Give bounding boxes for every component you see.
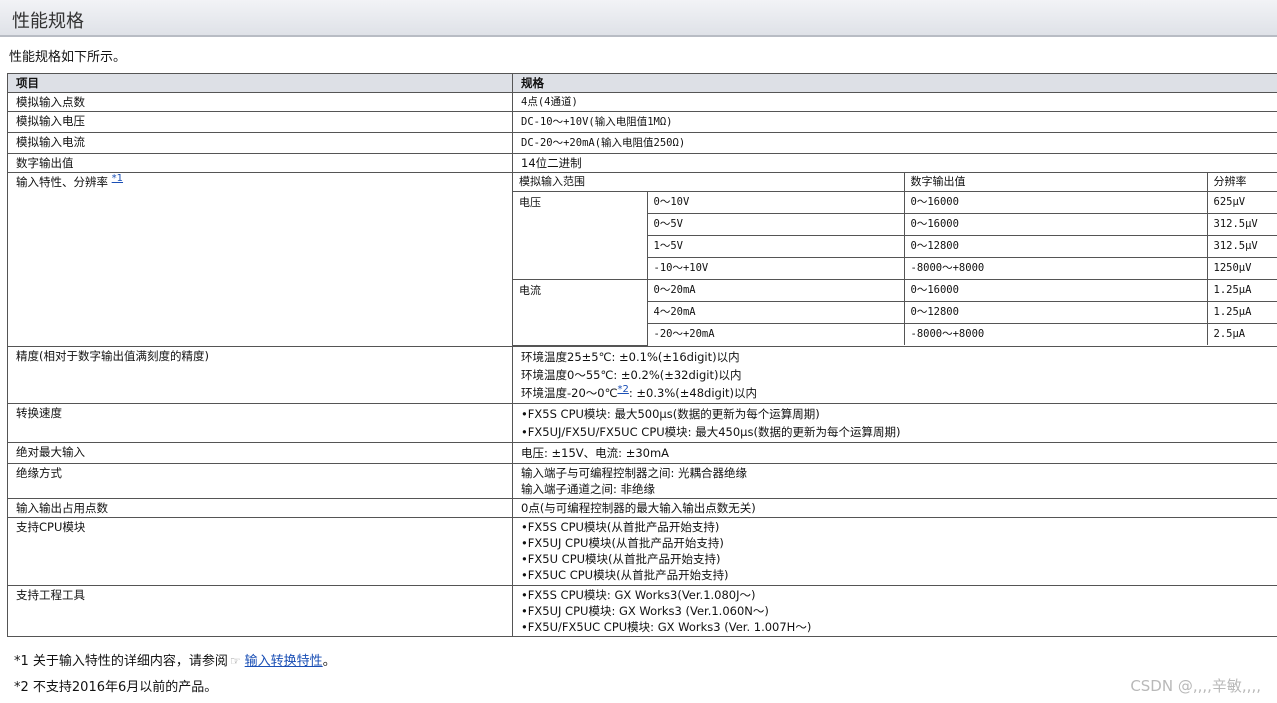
output-cell: 0～12800 — [903, 301, 1208, 324]
range-cell: 0～5V — [647, 213, 905, 236]
table-row-tools: 支持工程工具 •FX5S CPU模块: GX Works3(Ver.1.080J… — [7, 584, 1277, 637]
inner-header-range: 模拟输入范围 — [513, 173, 905, 192]
table-row-characteristics: 输入特性、分辨率 *1 模拟输入范围 数字输出值 分辨率 电压 0～10V 0～… — [7, 172, 1277, 347]
speed-line: •FX5UJ/FX5U/FX5UC CPU模块: 最大450μs(数据的更新为每… — [521, 424, 901, 439]
pointing-hand-icon: ☞ — [229, 654, 241, 668]
row-item: 绝缘方式 — [7, 462, 513, 499]
spec-table: 项目 规格 模拟输入点数 4点(4通道) 模拟输入电压 DC-10～+10V(输… — [7, 73, 1277, 637]
row-item: 模拟输入点数 — [7, 92, 513, 112]
col-header-spec: 规格 — [512, 73, 1277, 93]
accuracy-line: 环境温度25±5℃: ±0.1%(±16digit)以内 — [521, 349, 740, 364]
table-header-row: 项目 规格 — [7, 73, 1277, 93]
row-item: 支持CPU模块 — [7, 516, 513, 586]
cpu-support-line: •FX5S CPU模块(从首批产品开始支持) — [521, 519, 720, 534]
accuracy-line3-pre: 环境温度-20～0℃ — [521, 385, 618, 400]
speed-line: •FX5S CPU模块: 最大500μs(数据的更新为每个运算周期) — [521, 406, 820, 421]
row-value: DC-20～+20mA(输入电阻值250Ω) — [512, 132, 1277, 154]
row-item: 转换速度 — [7, 402, 513, 443]
range-cell: 0～20mA — [646, 279, 905, 302]
row-item: 模拟输入电流 — [7, 132, 513, 154]
row-item: 精度(相对于数字输出值满刻度的精度) — [7, 345, 513, 404]
table-row: 数字输出值 14位二进制 — [7, 153, 1277, 173]
cpu-support-line: •FX5UC CPU模块(从首批产品开始支持) — [521, 567, 729, 582]
row-item: 输入特性、分辨率 *1 — [7, 172, 513, 347]
output-cell: 0～16000 — [903, 279, 1208, 302]
resolution-cell: 625μV — [1206, 191, 1277, 214]
output-cell: -8000～+8000 — [903, 323, 1208, 345]
isolation-line: 输入端子通道之间: 非绝缘 — [521, 481, 656, 496]
output-cell: -8000～+8000 — [903, 257, 1208, 280]
resolution-cell: 2.5μA — [1206, 323, 1277, 345]
inner-header-resolution: 分辨率 — [1206, 173, 1277, 192]
table-row-abs-max: 绝对最大输入 电压: ±15V、电流: ±30mA — [7, 441, 1277, 464]
row-item: 支持工程工具 — [7, 584, 513, 637]
row-item: 数字输出值 — [7, 153, 513, 173]
tools-line: •FX5UJ CPU模块: GX Works3 (Ver.1.060N～) — [521, 603, 769, 618]
range-cell: 1～5V — [647, 235, 905, 258]
footnote-1: *1 关于输入特性的详细内容，请参阅 ☞ 输入转换特性。 — [14, 650, 336, 669]
table-row: 模拟输入电流 DC-20～+20mA(输入电阻值250Ω) — [7, 132, 1277, 154]
resolution-cell: 1.25μA — [1206, 301, 1277, 324]
output-cell: 0～16000 — [903, 191, 1208, 214]
resolution-cell: 312.5μV — [1206, 235, 1277, 258]
cpu-support-line: •FX5UJ CPU模块(从首批产品开始支持) — [521, 535, 724, 550]
row-value: •FX5S CPU模块(从首批产品开始支持) •FX5UJ CPU模块(从首批产… — [512, 516, 1277, 586]
footnote-2-link[interactable]: *2 — [618, 384, 629, 395]
table-row: 模拟输入点数 4点(4通道) — [7, 92, 1277, 112]
table-row-io-points: 输入输出占用点数 0点(与可编程控制器的最大输入输出点数无关) — [7, 497, 1277, 518]
footnote-1-link[interactable]: *1 — [112, 173, 123, 184]
table-row-isolation: 绝缘方式 输入端子与可编程控制器之间: 光耦合器绝缘 输入端子通道之间: 非绝缘 — [7, 462, 1277, 499]
output-cell: 0～16000 — [903, 213, 1208, 236]
tools-line: •FX5U/FX5UC CPU模块: GX Works3 (Ver. 1.007… — [521, 619, 812, 634]
voltage-group-label: 电压 — [513, 191, 648, 280]
inner-row: 电流 0～20mA 0～16000 1.25μA — [513, 279, 1277, 346]
range-cell: 0～10V — [646, 191, 905, 214]
page-title: 性能规格 — [12, 11, 84, 32]
table-row-accuracy: 精度(相对于数字输出值满刻度的精度) 环境温度25±5℃: ±0.1%(±16d… — [7, 345, 1277, 404]
output-cell: 0～12800 — [903, 235, 1208, 258]
inner-header-output: 数字输出值 — [903, 173, 1208, 192]
accuracy-line3-post: : ±0.3%(±48digit)以内 — [628, 385, 758, 400]
row-value: 环境温度25±5℃: ±0.1%(±16digit)以内 环境温度0～55℃: … — [512, 345, 1277, 404]
footnote-1-end: 。 — [322, 654, 336, 669]
row-value: 0点(与可编程控制器的最大输入输出点数无关) — [512, 497, 1277, 518]
footnote-2: *2 不支持2016年6月以前的产品。 — [14, 680, 218, 695]
row-item: 输入输出占用点数 — [7, 497, 513, 518]
tools-line: •FX5S CPU模块: GX Works3(Ver.1.080J～) — [521, 587, 756, 602]
row-value: •FX5S CPU模块: GX Works3(Ver.1.080J～) •FX5… — [512, 584, 1277, 637]
accuracy-line: 环境温度-20～0℃*2: ±0.3%(±48digit)以内 — [521, 384, 1271, 402]
isolation-line: 输入端子与可编程控制器之间: 光耦合器绝缘 — [521, 465, 748, 480]
footnote-1-text: *1 关于输入特性的详细内容，请参阅 — [14, 654, 228, 669]
intro-text: 性能规格如下所示。 — [9, 50, 127, 65]
inner-header-row: 模拟输入范围 数字输出值 分辨率 — [513, 173, 1277, 192]
characteristics-table: 模拟输入范围 数字输出值 分辨率 电压 0～10V 0～16000 625μV … — [513, 173, 1277, 346]
resolution-cell: 1250μV — [1206, 257, 1277, 280]
row-value: DC-10～+10V(输入电阻值1MΩ) — [512, 111, 1277, 133]
range-cell: -20～+20mA — [647, 323, 905, 345]
characteristics-table-cell: 模拟输入范围 数字输出值 分辨率 电压 0～10V 0～16000 625μV … — [512, 172, 1277, 347]
cpu-support-line: •FX5U CPU模块(从首批产品开始支持) — [521, 551, 721, 566]
row-value: 4点(4通道) — [512, 92, 1277, 112]
row-item: 绝对最大输入 — [7, 441, 513, 464]
table-row: 模拟输入电压 DC-10～+10V(输入电阻值1MΩ) — [7, 111, 1277, 133]
accuracy-line: 环境温度0～55℃: ±0.2%(±32digit)以内 — [521, 367, 742, 382]
inner-row: 电压 0～10V 0～16000 625μV — [513, 191, 1277, 280]
range-cell: 4～20mA — [647, 301, 905, 324]
table-row-cpu-support: 支持CPU模块 •FX5S CPU模块(从首批产品开始支持) •FX5UJ CP… — [7, 516, 1277, 586]
current-group-label: 电流 — [513, 279, 648, 346]
title-bar: 性能规格 — [0, 0, 1277, 37]
resolution-cell: 312.5μV — [1206, 213, 1277, 236]
input-conversion-link[interactable]: 输入转换特性 — [245, 654, 323, 669]
resolution-cell: 1.25μA — [1206, 279, 1277, 302]
row-value: 电压: ±15V、电流: ±30mA — [512, 441, 1277, 464]
row-value: 输入端子与可编程控制器之间: 光耦合器绝缘 输入端子通道之间: 非绝缘 — [512, 462, 1277, 499]
col-header-item: 项目 — [7, 73, 513, 93]
range-cell: -10～+10V — [647, 257, 905, 280]
table-row-speed: 转换速度 •FX5S CPU模块: 最大500μs(数据的更新为每个运算周期) … — [7, 402, 1277, 443]
row-value: 14位二进制 — [512, 153, 1277, 173]
characteristics-label: 输入特性、分辨率 — [16, 175, 108, 189]
watermark: CSDN @,,,,辛敏,,,, — [1130, 677, 1261, 695]
row-value: •FX5S CPU模块: 最大500μs(数据的更新为每个运算周期) •FX5U… — [512, 402, 1277, 443]
row-item: 模拟输入电压 — [7, 111, 513, 133]
